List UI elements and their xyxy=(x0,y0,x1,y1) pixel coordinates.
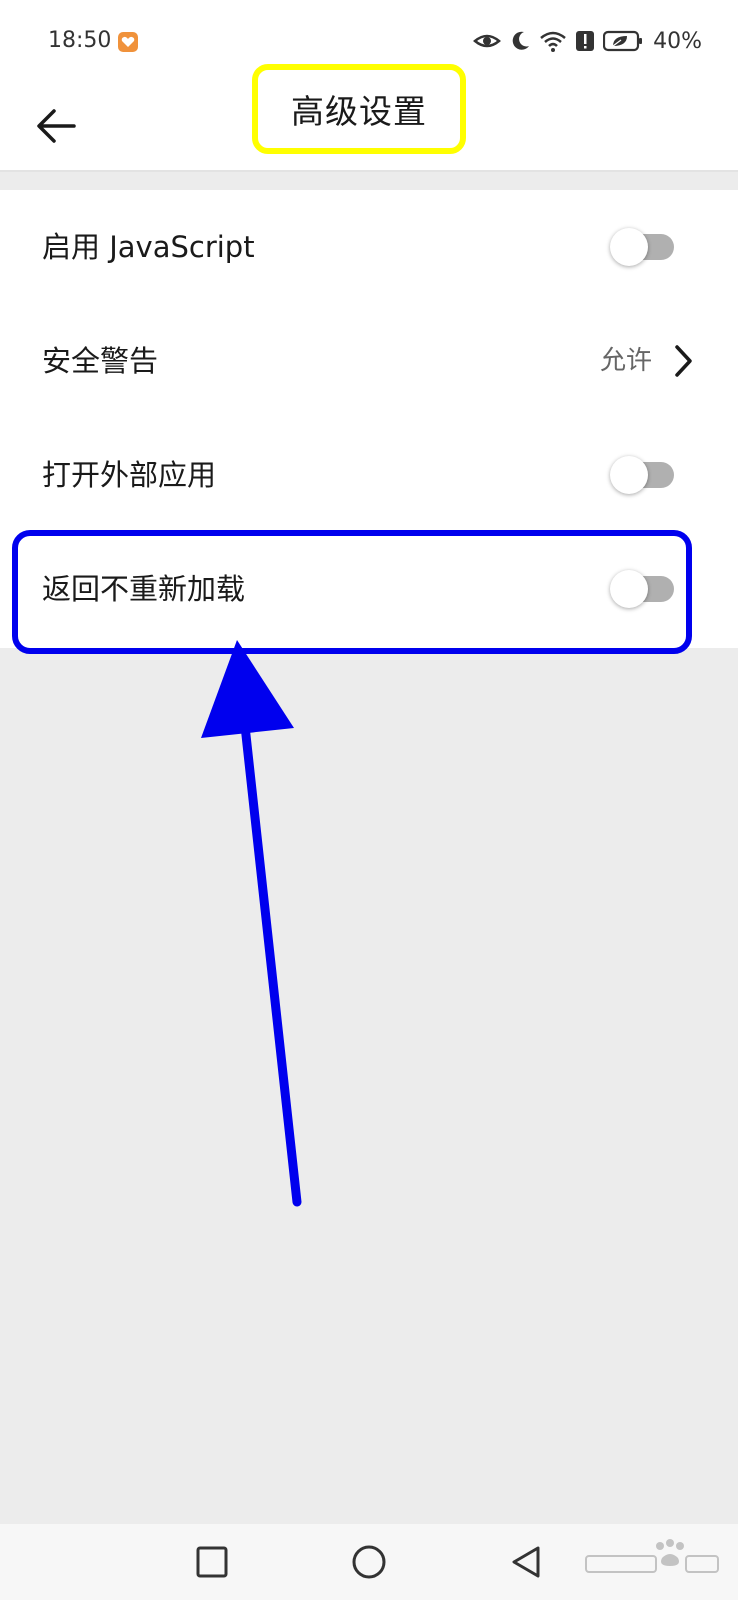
setting-label-security-warning: 安全警告 xyxy=(42,344,159,378)
battery-percentage: 40% xyxy=(653,28,702,54)
recents-square-icon[interactable] xyxy=(190,1540,234,1584)
status-icons: 40% xyxy=(473,28,702,54)
back-arrow-icon xyxy=(37,109,76,143)
wifi-icon xyxy=(540,31,566,52)
toggle-knob xyxy=(610,456,648,494)
setting-row-back-no-reload[interactable]: 返回不重新加载 xyxy=(0,532,738,646)
setting-value-security-warning: 允许 xyxy=(599,346,652,376)
chevron-right-icon xyxy=(675,345,692,377)
setting-label-open-external-apps: 打开外部应用 xyxy=(42,458,217,492)
back-triangle-icon[interactable] xyxy=(504,1540,548,1584)
open-external-apps-toggle[interactable] xyxy=(610,456,674,494)
title-highlight: 高级设置 xyxy=(252,64,466,154)
page-title: 高级设置 xyxy=(291,92,427,131)
toggle-knob xyxy=(610,228,648,266)
alert-icon xyxy=(576,31,595,51)
setting-label-javascript: 启用 JavaScript xyxy=(42,230,255,264)
system-nav-bar xyxy=(0,1524,738,1600)
javascript-toggle[interactable] xyxy=(610,228,674,266)
home-circle-icon[interactable] xyxy=(347,1540,391,1584)
eye-icon xyxy=(473,34,502,48)
battery-icon xyxy=(603,30,643,52)
baidu-watermark-icon xyxy=(585,1539,719,1573)
app-bar: 高级设置 xyxy=(0,64,738,172)
status-time: 18:50 xyxy=(48,28,112,53)
back-no-reload-toggle[interactable] xyxy=(610,570,674,608)
toggle-knob xyxy=(610,570,648,608)
setting-label-back-no-reload: 返回不重新加载 xyxy=(42,572,246,606)
app-notification-icon xyxy=(118,32,138,52)
moon-icon xyxy=(512,31,530,50)
setting-row-open-external-apps[interactable]: 打开外部应用 xyxy=(0,418,738,532)
settings-list: 启用 JavaScript 安全警告 允许 打开外部应用 返回不重新加载 xyxy=(0,190,738,648)
setting-row-javascript[interactable]: 启用 JavaScript xyxy=(0,190,738,304)
setting-row-security-warning[interactable]: 安全警告 允许 xyxy=(0,304,738,418)
back-button[interactable] xyxy=(30,98,86,154)
